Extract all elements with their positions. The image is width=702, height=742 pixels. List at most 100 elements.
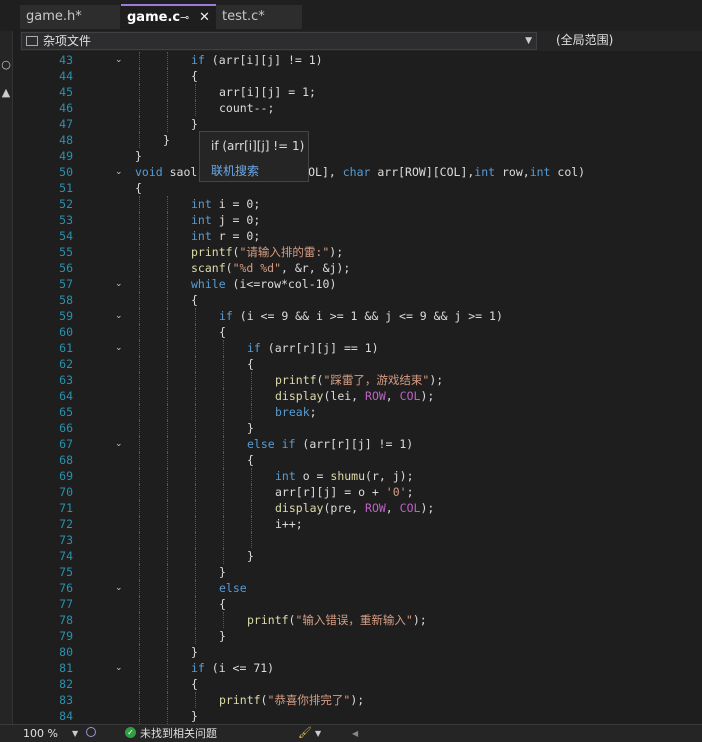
code-line[interactable]: 77 { <box>13 596 702 612</box>
code-line[interactable]: 52 int i = 0; <box>13 196 702 212</box>
zoom-level[interactable]: 100 % <box>23 726 58 741</box>
code-line[interactable]: 44 { <box>13 68 702 84</box>
tab-test-c[interactable]: test.c* <box>216 5 302 29</box>
member-scope-dropdown[interactable]: (全局范围) <box>556 31 613 50</box>
code-line[interactable]: 63 printf("踩雷了，游戏结束"); <box>13 372 702 388</box>
code-text: } <box>163 133 170 147</box>
code-line[interactable]: 53 int j = 0; <box>13 212 702 228</box>
code-line[interactable]: 84} <box>13 708 702 724</box>
indent-guide <box>167 708 168 724</box>
code-line[interactable]: 67 ⌄ else if (arr[r][j] != 1) <box>13 436 702 452</box>
code-line[interactable]: 58 { <box>13 292 702 308</box>
fold-chevron-icon[interactable]: ⌄ <box>115 660 123 676</box>
code-line[interactable]: 80} <box>13 644 702 660</box>
scroll-up-icon[interactable]: ▲ <box>0 86 12 99</box>
code-line[interactable]: 75} <box>13 564 702 580</box>
code-text: } <box>219 565 226 579</box>
fold-chevron-icon[interactable]: ⌄ <box>115 436 123 452</box>
code-line[interactable]: 76 ⌄ else <box>13 580 702 596</box>
code-line[interactable]: 66} <box>13 420 702 436</box>
code-line[interactable]: 78 printf("输入错误，重新输入"); <box>13 612 702 628</box>
toolbox-icon[interactable]: ○ <box>0 58 12 71</box>
indent-guide <box>167 516 168 532</box>
code-line[interactable]: 70 arr[r][j] = o + '0'; <box>13 484 702 500</box>
close-icon[interactable]: ✕ <box>199 6 210 30</box>
code-line[interactable]: 43 ⌄ if (arr[i][j] != 1) <box>13 52 702 68</box>
indent-guide <box>251 532 252 548</box>
code-line[interactable]: 74} <box>13 548 702 564</box>
indent-guide <box>251 500 252 516</box>
indent-guide <box>167 468 168 484</box>
code-line[interactable]: 55 printf("请输入排的雷:"); <box>13 244 702 260</box>
code-line[interactable]: 51 { <box>13 180 702 196</box>
file-scope-dropdown[interactable]: 杂项文件 ▼ <box>21 32 537 50</box>
indent-guide <box>195 372 196 388</box>
copilot-icon[interactable] <box>86 727 96 737</box>
pin-icon[interactable]: ⊸ <box>180 6 189 30</box>
fold-chevron-icon[interactable]: ⌄ <box>115 308 123 324</box>
check-circle-icon[interactable]: ✓ <box>125 727 136 738</box>
fold-chevron-icon[interactable]: ⌄ <box>115 340 123 356</box>
code-line[interactable]: 81 ⌄ if (i <= 71) <box>13 660 702 676</box>
indent-guide <box>195 596 196 612</box>
indent-guide <box>195 340 196 356</box>
code-text: } <box>219 629 226 643</box>
code-line[interactable]: 47} <box>13 116 702 132</box>
line-number: 64 <box>59 389 73 403</box>
cleanup-dropdown-icon[interactable]: ▼ <box>315 726 321 741</box>
fold-chevron-icon[interactable]: ⌄ <box>115 276 123 292</box>
code-text: arr[i][j] = 1; <box>219 85 316 99</box>
code-text: { <box>135 181 142 195</box>
code-line[interactable]: 49} <box>13 148 702 164</box>
code-line[interactable]: 79} <box>13 628 702 644</box>
line-number: 60 <box>59 325 73 339</box>
code-line[interactable]: 83 printf("恭喜你排完了"); <box>13 692 702 708</box>
code-line[interactable]: 48} <box>13 132 702 148</box>
code-line[interactable]: 61 ⌄ if (arr[r][j] == 1) <box>13 340 702 356</box>
code-line[interactable]: 54 int r = 0; <box>13 228 702 244</box>
line-number: 77 <box>59 597 73 611</box>
indent-guide <box>139 676 140 692</box>
indent-guide <box>139 292 140 308</box>
vertical-scrollbar[interactable] <box>690 51 702 724</box>
indent-guide <box>195 100 196 116</box>
code-line[interactable]: 59 ⌄ if (i <= 9 && i >= 1 && j <= 9 && j >… <box>13 308 702 324</box>
code-editor[interactable]: 43 ⌄ if (arr[i][j] != 1) 44 {45 arr[i][j] = 1… <box>13 51 702 724</box>
indent-guide <box>139 612 140 628</box>
fold-chevron-icon[interactable]: ⌄ <box>115 52 123 68</box>
indent-guide <box>139 516 140 532</box>
code-line[interactable]: 45 arr[i][j] = 1; <box>13 84 702 100</box>
indent-guide <box>167 244 168 260</box>
code-line[interactable]: 72 i++; <box>13 516 702 532</box>
code-line[interactable]: 57 ⌄ while (i<=row*col-10) <box>13 276 702 292</box>
code-text: int i = 0; <box>191 197 261 211</box>
code-line[interactable]: 46 count--; <box>13 100 702 116</box>
code-line[interactable]: 64 display(lei, ROW, COL); <box>13 388 702 404</box>
line-number: 53 <box>59 213 73 227</box>
code-text: if (i <= 9 && i >= 1 && j <= 9 && j >= 1… <box>219 309 503 323</box>
code-cleanup-icon[interactable]: 🖌 <box>298 725 312 740</box>
scroll-left-icon[interactable]: ◀ <box>352 726 358 741</box>
indent-guide <box>139 340 140 356</box>
tab-game-h[interactable]: game.h* <box>20 5 120 29</box>
code-line[interactable]: 73 <box>13 532 702 548</box>
issues-status[interactable]: 未找到相关问题 <box>140 726 217 741</box>
indent-guide <box>167 580 168 596</box>
online-search-link[interactable]: 联机搜索 <box>211 162 259 179</box>
code-line[interactable]: 69 int o = shumu(r, j); <box>13 468 702 484</box>
code-line[interactable]: 62 { <box>13 356 702 372</box>
chevron-down-icon[interactable]: ▼ <box>525 33 532 49</box>
code-line[interactable]: 71 display(pre, ROW, COL); <box>13 500 702 516</box>
zoom-dropdown-icon[interactable]: ▼ <box>72 726 78 741</box>
code-line[interactable]: 65 break; <box>13 404 702 420</box>
fold-chevron-icon[interactable]: ⌄ <box>115 580 123 596</box>
code-line[interactable]: 60 { <box>13 324 702 340</box>
indent-guide <box>195 436 196 452</box>
code-line[interactable]: 68 { <box>13 452 702 468</box>
tab-game-c[interactable]: game.c ⊸ ✕ <box>121 4 216 31</box>
code-line[interactable]: 56 scanf("%d %d", &r, &j); <box>13 260 702 276</box>
code-line[interactable]: 82 { <box>13 676 702 692</box>
code-text: int r = 0; <box>191 229 261 243</box>
code-line[interactable]: 50 ⌄ void saol [COL], char arr[ROW][COL],i… <box>13 164 702 180</box>
fold-chevron-icon[interactable]: ⌄ <box>115 164 123 180</box>
